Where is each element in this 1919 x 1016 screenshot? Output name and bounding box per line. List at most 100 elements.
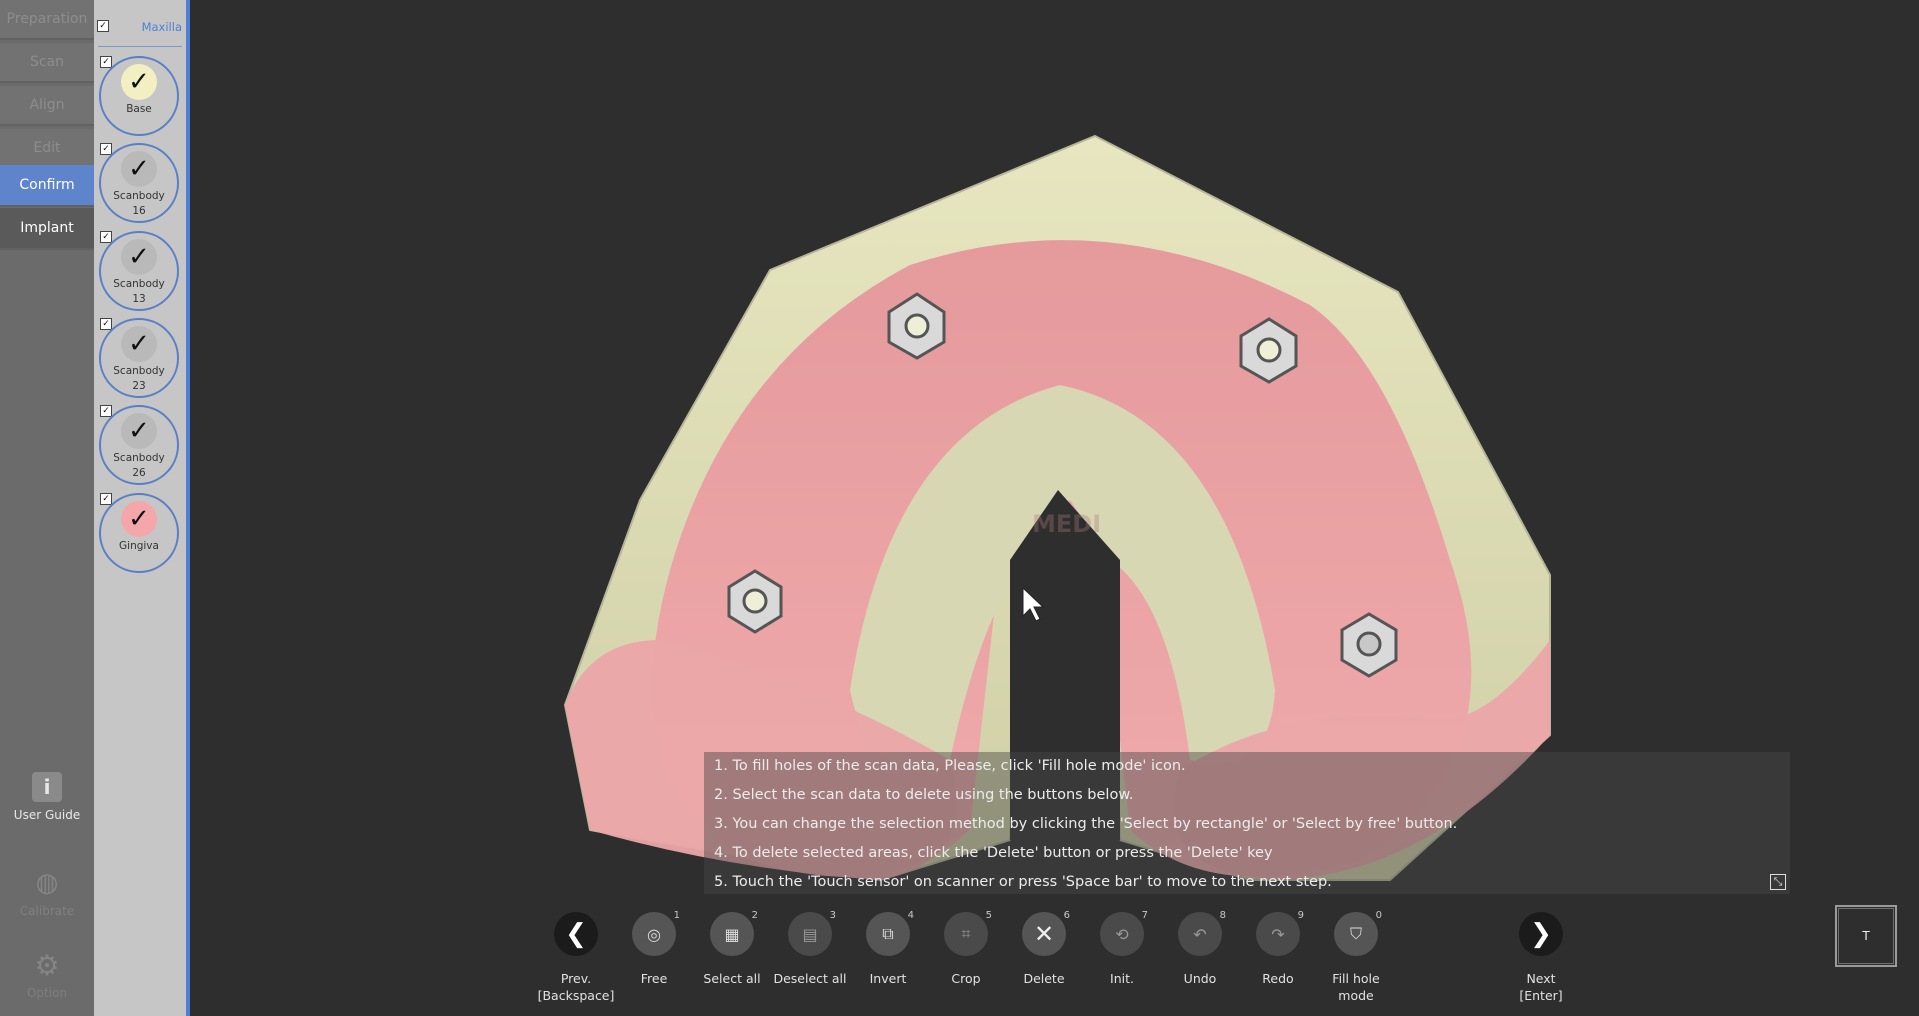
layer-gingiva[interactable]: ✓ Gingiva bbox=[99, 493, 179, 573]
collapse-panel-icon[interactable]: ⤡ bbox=[1770, 874, 1786, 890]
layer-scanbody-26[interactable]: ✓ Scanbody 26 bbox=[99, 405, 179, 485]
calibrate-label: Calibrate bbox=[19, 904, 75, 918]
tool-label: Fill hole mode bbox=[1332, 971, 1380, 1003]
check-icon: ✓ bbox=[121, 501, 157, 537]
layer-scanbody-23[interactable]: ✓ Scanbody 23 bbox=[99, 318, 179, 398]
gear-icon: ⚙ bbox=[34, 948, 60, 982]
layer-label: Scanbody bbox=[113, 452, 165, 464]
layer-checkbox-scanbody-16[interactable]: ✓ bbox=[100, 143, 112, 155]
tool-undo-button[interactable]: ↶ 8 Undo bbox=[1161, 910, 1239, 987]
layer-sub: 23 bbox=[132, 380, 146, 392]
touch-sensor-label: T bbox=[1838, 908, 1894, 964]
nav-preparation[interactable]: Preparation bbox=[0, 0, 94, 40]
layer-checkbox-gingiva[interactable]: ✓ bbox=[100, 493, 112, 505]
init-icon: ⟲ 7 bbox=[1100, 910, 1148, 956]
prev-button[interactable]: ❮ Prev. [Backspace] bbox=[537, 912, 615, 1004]
next-button[interactable]: ❯ Next [Enter] bbox=[1502, 912, 1580, 1004]
tool-delete-button[interactable]: ✕ 6 Delete bbox=[1005, 910, 1083, 987]
layer-base[interactable]: ✓ Base bbox=[99, 56, 179, 136]
tool-label: Delete bbox=[1023, 971, 1065, 986]
globe-grid-icon: ◍ bbox=[35, 868, 59, 898]
prev-label: Prev. bbox=[560, 971, 592, 986]
layer-checkbox-scanbody-23[interactable]: ✓ bbox=[100, 318, 112, 330]
3d-viewport[interactable]: MEDI 1. To fill holes of the scan data, … bbox=[190, 0, 1919, 1016]
crop-icon: ⌗ 5 bbox=[944, 910, 992, 956]
tool-invert-button[interactable]: ⧉ 4 Invert bbox=[849, 910, 927, 987]
tool-fill-hole-button[interactable]: ⛉ 0 Fill hole mode bbox=[1317, 910, 1395, 1004]
option-label: Option bbox=[26, 986, 68, 1000]
tool-redo-button[interactable]: ↷ 9 Redo bbox=[1239, 910, 1317, 987]
layer-label: Scanbody bbox=[113, 278, 165, 290]
maxilla-header: Maxilla bbox=[141, 20, 182, 34]
next-label: Next bbox=[1526, 971, 1556, 986]
shortcut-key: 4 bbox=[907, 910, 914, 921]
redo-icon: ↷ 9 bbox=[1256, 910, 1304, 956]
layer-scanbody-16[interactable]: ✓ Scanbody 16 bbox=[99, 143, 179, 223]
instruction-line: 4. To delete selected areas, click the '… bbox=[714, 845, 1273, 861]
nav-confirm[interactable]: Confirm bbox=[0, 165, 94, 207]
lasso-icon: ◎ 1 bbox=[632, 910, 680, 956]
shortcut-key: 6 bbox=[1063, 910, 1070, 921]
info-icon: i bbox=[32, 772, 62, 802]
check-icon: ✓ bbox=[121, 326, 157, 362]
undo-icon: ↶ 8 bbox=[1178, 910, 1226, 956]
nav-align[interactable]: Align bbox=[0, 86, 94, 126]
invert-icon: ⧉ 4 bbox=[866, 910, 914, 956]
layer-sub: 26 bbox=[132, 467, 146, 479]
check-icon: ✓ bbox=[121, 151, 157, 187]
delete-x-icon: ✕ 6 bbox=[1022, 910, 1070, 956]
user-guide-label: User Guide bbox=[13, 808, 81, 822]
prev-shortcut: [Backspace] bbox=[537, 988, 615, 1003]
nav-implant[interactable]: Implant bbox=[0, 208, 94, 250]
layer-label: Scanbody bbox=[113, 365, 165, 377]
tool-label: Deselect all bbox=[773, 971, 847, 986]
select-all-icon: ▦ 2 bbox=[710, 910, 758, 956]
tool-init-button[interactable]: ⟲ 7 Init. bbox=[1083, 910, 1161, 987]
header-divider bbox=[98, 46, 182, 47]
next-shortcut: [Enter] bbox=[1519, 988, 1563, 1003]
workflow-sidebar: Preparation Scan Align Edit Confirm Impl… bbox=[0, 0, 94, 1016]
layer-checkbox-scanbody-26[interactable]: ✓ bbox=[100, 405, 112, 417]
fill-hole-icon: ⛉ 0 bbox=[1334, 910, 1382, 956]
layer-checkbox-base[interactable]: ✓ bbox=[100, 56, 112, 68]
calibrate-button[interactable]: ◍ Calibrate bbox=[0, 868, 94, 918]
nav-edit[interactable]: Edit bbox=[0, 129, 94, 169]
tool-deselect-all-button[interactable]: ▤ 3 Deselect all bbox=[771, 910, 849, 987]
shortcut-key: 9 bbox=[1297, 910, 1304, 921]
shortcut-key: 0 bbox=[1375, 910, 1382, 921]
watermark-text: MEDI bbox=[1032, 510, 1102, 538]
tool-label: Crop bbox=[951, 971, 981, 986]
shortcut-key: 5 bbox=[985, 910, 992, 921]
shortcut-key: 8 bbox=[1219, 910, 1226, 921]
instruction-panel: 1. To fill holes of the scan data, Pleas… bbox=[704, 752, 1790, 894]
nav-scan[interactable]: Scan bbox=[0, 43, 94, 83]
touch-sensor-indicator[interactable]: T bbox=[1835, 905, 1897, 967]
layer-checkbox-scanbody-13[interactable]: ✓ bbox=[100, 231, 112, 243]
instruction-line: 3. You can change the selection method b… bbox=[714, 816, 1458, 832]
layer-label: Scanbody bbox=[113, 190, 165, 202]
layer-sub: 16 bbox=[132, 205, 146, 217]
tool-label: Init. bbox=[1110, 971, 1134, 986]
instruction-line: 5. Touch the 'Touch sensor' on scanner o… bbox=[714, 874, 1332, 890]
shortcut-key: 2 bbox=[751, 910, 758, 921]
tool-label: Invert bbox=[869, 971, 907, 986]
tool-label: Undo bbox=[1183, 971, 1217, 986]
layer-scanbody-13[interactable]: ✓ Scanbody 13 bbox=[99, 231, 179, 311]
chevron-left-icon: ❮ bbox=[554, 912, 598, 956]
tool-crop-button[interactable]: ⌗ 5 Crop bbox=[927, 910, 1005, 987]
check-icon: ✓ bbox=[121, 64, 157, 100]
chevron-right-icon: ❯ bbox=[1519, 912, 1563, 956]
option-button[interactable]: ⚙ Option bbox=[0, 948, 94, 1001]
deselect-all-icon: ▤ 3 bbox=[788, 910, 836, 956]
user-guide-button[interactable]: i User Guide bbox=[0, 772, 94, 822]
tool-label: Select all bbox=[703, 971, 761, 986]
shortcut-key: 3 bbox=[829, 910, 836, 921]
maxilla-checkbox[interactable]: ✓ bbox=[97, 20, 109, 32]
tool-free-button[interactable]: ◎ 1 Free bbox=[615, 910, 693, 987]
layer-label: Base bbox=[126, 103, 152, 115]
check-icon: ✓ bbox=[121, 413, 157, 449]
layer-label: Gingiva bbox=[119, 540, 159, 552]
layer-panel: ✓ Maxilla ✓ ✓ Base ✓ ✓ Scanbody 16 ✓ ✓ Sc… bbox=[94, 0, 190, 1016]
tool-select-all-button[interactable]: ▦ 2 Select all bbox=[693, 910, 771, 987]
shortcut-key: 1 bbox=[673, 910, 680, 921]
